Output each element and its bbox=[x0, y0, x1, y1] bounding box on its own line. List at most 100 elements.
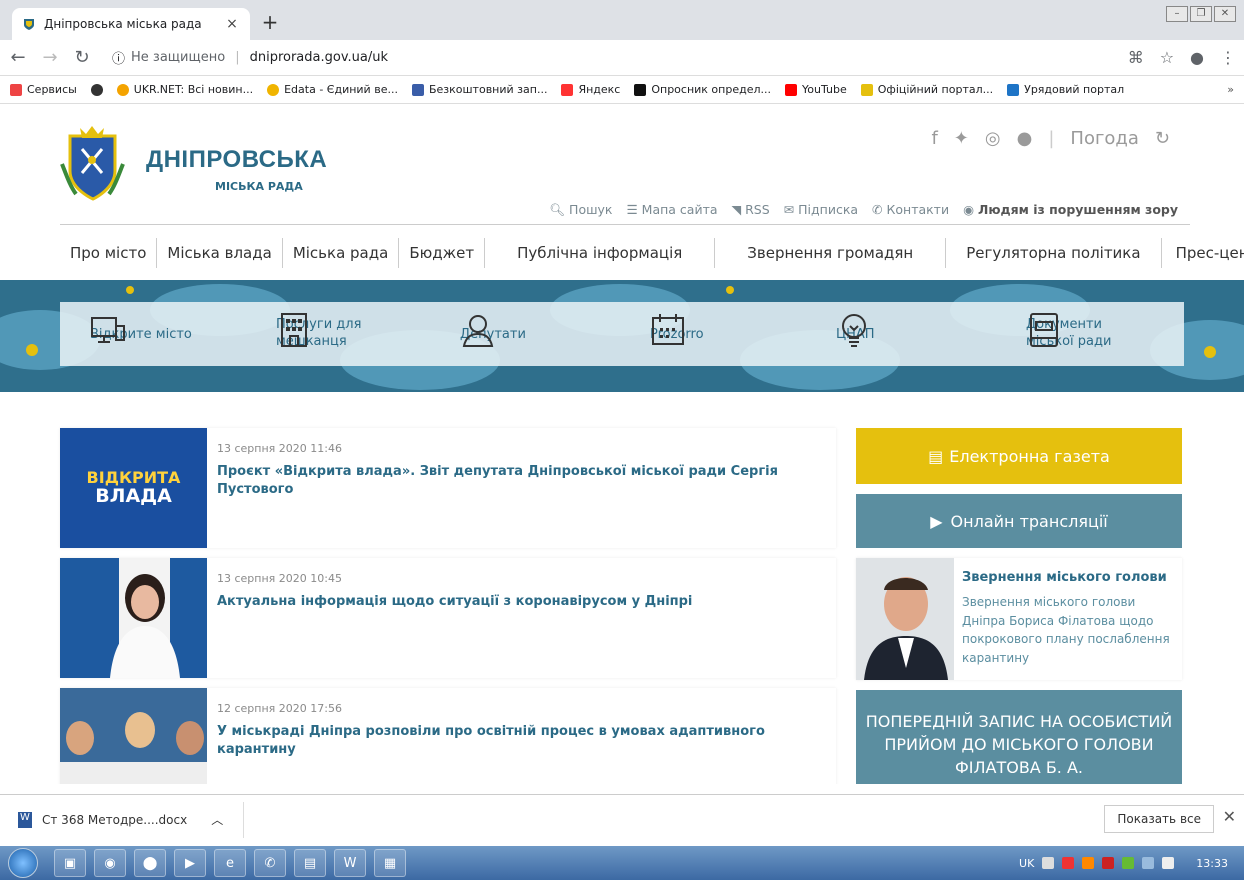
window-controls: – ❐ ✕ bbox=[1166, 6, 1236, 22]
brand-subtitle[interactable]: МІСЬКА РАДА bbox=[215, 180, 303, 193]
brand-title[interactable]: ДНІПРОВСЬКА bbox=[146, 146, 327, 174]
e-newspaper-button[interactable]: ▤ Електронна газета bbox=[856, 428, 1182, 484]
news-title[interactable]: Актуальна інформація щодо ситуації з кор… bbox=[217, 593, 692, 611]
antivirus-icon[interactable] bbox=[1062, 857, 1075, 869]
language-indicator[interactable]: UK bbox=[1019, 857, 1034, 870]
city-coat-of-arms-icon[interactable] bbox=[60, 124, 125, 204]
news-card[interactable]: 13 серпня 2020 10:45 Актуальна інформаці… bbox=[60, 558, 836, 678]
quick-tsnap[interactable]: ЦНАП bbox=[836, 312, 875, 356]
bookmark-item[interactable]: Безкоштовний зап... bbox=[411, 83, 547, 96]
presentation-icon[interactable]: ▦ bbox=[374, 849, 406, 877]
bookmark-item[interactable]: Офіційний портал... bbox=[860, 83, 993, 96]
appointment-button[interactable]: ПОПЕРЕДНІЙ ЗАПИС НА ОСОБИСТИЙ ПРИЙОМ ДО … bbox=[856, 690, 1182, 784]
trident-icon bbox=[860, 83, 873, 96]
bookmark-item[interactable]: Сервисы bbox=[10, 83, 77, 96]
document-icon bbox=[1030, 313, 1058, 347]
news-title[interactable]: Проєкт «Відкрита влада». Звіт депутата Д… bbox=[217, 463, 826, 498]
tray-app-icon[interactable] bbox=[1122, 857, 1135, 869]
nav-regulatory-policy[interactable]: Регуляторна політика bbox=[946, 237, 1162, 268]
bookmark-item[interactable]: Урядовий портал bbox=[1007, 83, 1124, 96]
bookmark-item[interactable]: Опросник определ... bbox=[634, 83, 771, 96]
facebook-icon[interactable]: f bbox=[931, 128, 937, 149]
clock[interactable]: 13:33 bbox=[1196, 857, 1228, 870]
chrome-icon[interactable]: ⬤ bbox=[134, 849, 166, 877]
nav-city-authority[interactable]: Міська влада bbox=[157, 237, 283, 268]
instagram-icon[interactable]: ◎ bbox=[985, 128, 1001, 149]
quick-council-documents[interactable]: Документи міської ради bbox=[1026, 312, 1116, 356]
weather-refresh-icon[interactable]: ↻ bbox=[1155, 128, 1170, 149]
bookmark-item[interactable]: YouTube bbox=[785, 83, 847, 96]
info-icon[interactable]: ⓘ bbox=[112, 48, 125, 67]
app-window-icon[interactable]: ▤ bbox=[294, 849, 326, 877]
bookmark-item[interactable]: UKR.NET: Всі новин... bbox=[116, 83, 253, 96]
show-all-downloads-button[interactable]: Показать все bbox=[1104, 805, 1214, 833]
news-card[interactable]: ВІДКРИТА ВЛАДА 13 серпня 2020 11:46 Проє… bbox=[60, 428, 836, 548]
download-item[interactable]: W Ст 368 Методре....docx ︿ bbox=[18, 801, 245, 838]
util-accessibility[interactable]: ◉ Людям із порушенням зору bbox=[963, 202, 1178, 218]
news-thumbnail[interactable] bbox=[60, 558, 207, 678]
tab-close-icon[interactable]: × bbox=[224, 16, 240, 32]
reload-icon[interactable]: ↻ bbox=[72, 47, 92, 68]
minimize-icon[interactable]: – bbox=[1166, 6, 1188, 22]
news-title[interactable]: У міськраді Дніпра розповіли про освітні… bbox=[217, 723, 826, 758]
nav-press-center[interactable]: Прес-центр bbox=[1162, 238, 1244, 268]
url-text[interactable]: dniprorada.gov.ua/uk bbox=[250, 50, 388, 65]
restore-icon[interactable]: ❐ bbox=[1190, 6, 1212, 22]
util-rss[interactable]: ◥ RSS bbox=[732, 202, 770, 218]
util-subscribe[interactable]: ✉ Підписка bbox=[784, 202, 858, 218]
translate-icon[interactable]: ⌘ bbox=[1128, 48, 1144, 67]
mayor-appeal-title[interactable]: Звернення міського голови bbox=[962, 570, 1174, 585]
close-downloads-icon[interactable]: ✕ bbox=[1223, 807, 1236, 826]
new-tab-button[interactable]: + bbox=[258, 10, 282, 34]
close-window-icon[interactable]: ✕ bbox=[1214, 6, 1236, 22]
nav-about-city[interactable]: Про місто bbox=[60, 237, 158, 268]
online-broadcast-button[interactable]: ▶ Онлайн трансляції bbox=[856, 494, 1182, 548]
network-icon[interactable] bbox=[1142, 857, 1155, 869]
twitter-icon[interactable]: ✦ bbox=[954, 128, 969, 149]
bookmark-item[interactable] bbox=[90, 83, 103, 96]
internet-explorer-icon[interactable]: e bbox=[214, 849, 246, 877]
mayor-appeal-card[interactable]: Звернення міського голови Звернення місь… bbox=[856, 558, 1182, 680]
news-card[interactable]: 12 серпня 2020 17:56 У міськраді Дніпра … bbox=[60, 688, 836, 784]
news-thumbnail[interactable] bbox=[60, 688, 207, 784]
volume-icon[interactable] bbox=[1162, 857, 1175, 869]
quick-open-city[interactable]: Відкрите місто bbox=[90, 312, 192, 356]
google-plus-icon[interactable]: ● bbox=[1017, 128, 1033, 149]
nav-citizen-appeals[interactable]: Звернення громадян bbox=[715, 237, 947, 268]
quick-resident-services[interactable]: Послуги для мешканця bbox=[276, 312, 368, 356]
nav-public-info[interactable]: Публічна інформація bbox=[485, 237, 716, 268]
viber-icon[interactable]: ✆ bbox=[254, 849, 286, 877]
play-media-icon[interactable]: ▶ bbox=[174, 849, 206, 877]
bookmark-item[interactable]: Edata - Єдиний ве... bbox=[267, 83, 398, 96]
browser-tab[interactable]: Дніпровська міська рада × bbox=[12, 8, 250, 40]
explorer-icon[interactable]: ▣ bbox=[54, 849, 86, 877]
bookmark-star-icon[interactable]: ☆ bbox=[1160, 48, 1174, 67]
omnibox[interactable]: ⓘ Не защищено | dniprorada.gov.ua/uk bbox=[104, 44, 1116, 72]
quick-prozorro[interactable]: Prozorro bbox=[650, 312, 704, 356]
nav-budget[interactable]: Бюджет bbox=[399, 237, 486, 268]
media-player-icon[interactable]: ◉ bbox=[94, 849, 126, 877]
nav-city-council[interactable]: Міська рада bbox=[283, 237, 400, 268]
envelope-icon: ✉ bbox=[783, 202, 799, 217]
speaker-photo bbox=[110, 574, 180, 678]
forward-arrow-icon[interactable]: → bbox=[40, 47, 60, 68]
quick-deputies[interactable]: Депутати bbox=[460, 312, 526, 356]
menu-dots-icon[interactable]: ⋮ bbox=[1220, 48, 1236, 67]
util-contacts[interactable]: ✆ Контакти bbox=[872, 202, 949, 218]
util-sitemap[interactable]: ☰ Мапа сайта bbox=[626, 202, 717, 218]
windows-logo-icon bbox=[8, 848, 38, 878]
bookmarks-more-icon[interactable]: » bbox=[1227, 83, 1234, 96]
word-icon[interactable]: W bbox=[334, 849, 366, 877]
tray-app-icon[interactable] bbox=[1082, 857, 1095, 869]
start-button[interactable] bbox=[0, 846, 46, 880]
shield-tray-icon[interactable] bbox=[1102, 857, 1115, 869]
keyboard-icon[interactable] bbox=[1042, 857, 1055, 869]
news-date: 13 серпня 2020 10:45 bbox=[217, 572, 342, 585]
util-search[interactable]: 🔍︎ Пошук bbox=[549, 202, 612, 218]
account-icon[interactable]: ● bbox=[1190, 48, 1204, 67]
weather-link[interactable]: Погода bbox=[1070, 128, 1139, 149]
chevron-up-icon[interactable]: ︿ bbox=[211, 811, 223, 828]
back-arrow-icon[interactable]: ← bbox=[8, 47, 28, 68]
news-thumbnail[interactable]: ВІДКРИТА ВЛАДА bbox=[60, 428, 207, 548]
bookmark-item[interactable]: Яндекс bbox=[561, 83, 620, 96]
